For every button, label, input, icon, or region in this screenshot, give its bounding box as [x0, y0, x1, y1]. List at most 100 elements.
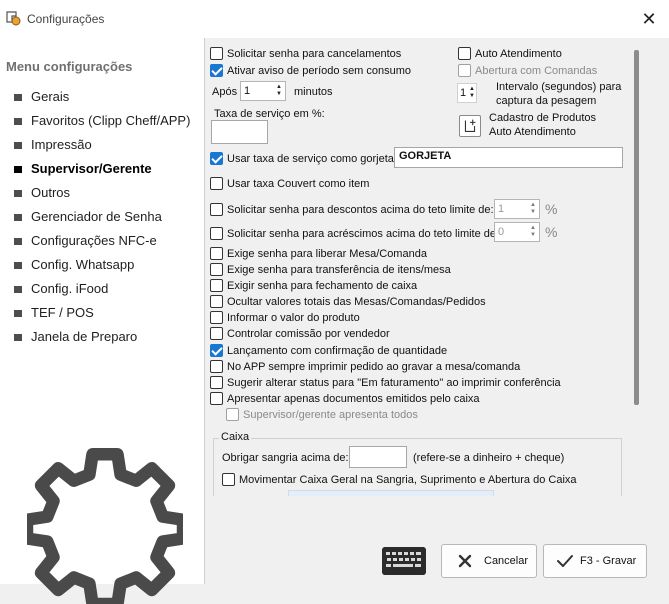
sidebar-item-gerais[interactable]: Gerais: [0, 85, 190, 109]
option-movimentar-caixa-geral[interactable]: Movimentar Caixa Geral na Sangria, Supri…: [222, 473, 577, 486]
cadastro-produtos-label-1: Cadastro de Produtos: [489, 112, 597, 124]
checkbox[interactable]: [210, 279, 223, 292]
checkbox[interactable]: [210, 344, 223, 357]
sidebar-item-tef-pos[interactable]: TEF / POS: [0, 301, 190, 325]
checkbox[interactable]: [210, 376, 223, 389]
sidebar-item-label: Janela de Preparo: [31, 329, 138, 344]
bullet-icon: [14, 190, 22, 197]
checkbox[interactable]: [210, 392, 223, 405]
sidebar-item-label: Supervisor/Gerente: [31, 161, 152, 176]
save-button[interactable]: F3 - Gravar: [543, 544, 647, 578]
option-senha-fechamento-caixa[interactable]: Exigir senha para fechamento de caixa: [210, 279, 417, 292]
cancel-button[interactable]: Cancelar: [441, 544, 537, 578]
option-auto-atendimento[interactable]: Auto Atendimento: [458, 47, 562, 60]
descontos-stepper[interactable]: 1 ▲ ▼: [494, 199, 540, 219]
option-documentos-caixa[interactable]: Apresentar apenas documentos emitidos pe…: [210, 392, 480, 405]
option-label: Sugerir alterar status para "Em faturame…: [227, 376, 561, 389]
checkbox[interactable]: [210, 247, 223, 260]
close-button[interactable]: ✕: [636, 6, 662, 32]
checkbox[interactable]: [226, 408, 239, 421]
window-title: Configurações: [27, 12, 105, 26]
checkbox[interactable]: [210, 311, 223, 324]
spin-arrows-icon[interactable]: ▲ ▼: [527, 200, 539, 218]
caixa-group: [213, 438, 622, 496]
sidebar-item-favoritos[interactable]: Favoritos (Clipp Cheff/APP): [0, 109, 190, 133]
descontos-percent: %: [545, 201, 558, 217]
sidebar-item-label: Config. iFood: [31, 281, 109, 296]
spin-arrows-icon[interactable]: ▲ ▼: [273, 82, 285, 100]
scrollbar[interactable]: [634, 50, 639, 405]
option-senha-liberar-mesa[interactable]: Exige senha para liberar Mesa/Comanda: [210, 247, 427, 260]
keyboard-icon[interactable]: [382, 547, 426, 575]
option-label: Supervisor/gerente apresenta todos: [243, 408, 418, 421]
checkbox[interactable]: [458, 64, 471, 77]
option-usar-taxa-gorjeta[interactable]: Usar taxa de serviço como gorjeta: [210, 152, 394, 165]
sangria-input[interactable]: [349, 446, 407, 468]
sidebar-item-impressao[interactable]: Impressão: [0, 133, 190, 157]
sidebar-item-outros[interactable]: Outros: [0, 181, 190, 205]
descontos-value: 1: [498, 203, 505, 215]
title-bar: Configurações ✕: [0, 0, 669, 38]
bullet-icon: [14, 286, 22, 293]
taxa-servico-label: Taxa de serviço em %:: [214, 108, 325, 120]
apos-label: Após: [212, 86, 238, 98]
add-box-icon: [464, 119, 476, 132]
option-sugerir-status[interactable]: Sugerir alterar status para "Em faturame…: [210, 376, 561, 389]
option-label: Exige senha para transferência de itens/…: [227, 263, 451, 276]
option-label: Solicitar senha para cancelamentos: [227, 47, 402, 60]
bullet-icon: [14, 238, 22, 245]
cadastro-produtos-button[interactable]: [459, 115, 481, 137]
option-confirmacao-quantidade[interactable]: Lançamento com confirmação de quantidade: [210, 344, 447, 357]
sidebar-item-gerenciador-senha[interactable]: Gerenciador de Senha: [0, 205, 190, 229]
bottom-bar: Cancelar F3 - Gravar: [206, 496, 669, 584]
sidebar-item-supervisor-gerente[interactable]: Supervisor/Gerente: [0, 157, 190, 181]
checkbox[interactable]: [210, 177, 223, 190]
checkbox[interactable]: [210, 47, 223, 60]
checkbox[interactable]: [210, 327, 223, 340]
option-label: Controlar comissão por vendedor: [227, 327, 390, 340]
sidebar-item-ifood[interactable]: Config. iFood: [0, 277, 190, 301]
option-ocultar-valores[interactable]: Ocultar valores totais das Mesas/Comanda…: [210, 295, 486, 308]
sidebar-item-label: Gerais: [31, 89, 70, 104]
option-solicitar-senha-cancelamentos[interactable]: Solicitar senha para cancelamentos: [210, 47, 401, 60]
cadastro-produtos-label-2: Auto Atendimento: [489, 126, 576, 138]
gorjeta-input[interactable]: GORJETA: [394, 147, 623, 168]
sidebar-item-label: TEF / POS: [31, 305, 94, 320]
intervalo-stepper[interactable]: 1 ▲ ▼: [457, 83, 477, 103]
option-senha-transferencia[interactable]: Exige senha para transferência de itens/…: [210, 263, 451, 276]
checkbox[interactable]: [210, 360, 223, 373]
checkbox[interactable]: [222, 473, 235, 486]
sidebar-item-janela-preparo[interactable]: Janela de Preparo: [0, 325, 190, 349]
sidebar-item-whatsapp[interactable]: Config. Whatsapp: [0, 253, 190, 277]
apos-stepper[interactable]: 1 ▲ ▼: [240, 81, 286, 101]
checkbox[interactable]: [210, 295, 223, 308]
option-senha-acrescimos[interactable]: Solicitar senha para acréscimos acima do…: [210, 227, 499, 240]
checkbox[interactable]: [210, 64, 223, 77]
option-supervisor-todos[interactable]: Supervisor/gerente apresenta todos: [226, 408, 418, 421]
menu-list: Gerais Favoritos (Clipp Cheff/APP) Impre…: [0, 85, 190, 349]
option-label: Auto Atendimento: [475, 47, 562, 60]
option-label: Usar taxa de serviço como gorjeta: [227, 152, 394, 165]
bullet-icon: [14, 262, 22, 269]
checkbox[interactable]: [458, 47, 471, 60]
option-abertura-comandas[interactable]: Abertura com Comandas: [458, 64, 597, 77]
spin-arrows-icon[interactable]: ▲ ▼: [527, 223, 539, 241]
option-senha-descontos[interactable]: Solicitar senha para descontos acima do …: [210, 203, 494, 216]
checkbox[interactable]: [210, 152, 223, 165]
checkbox[interactable]: [210, 203, 223, 216]
option-comissao-vendedor[interactable]: Controlar comissão por vendedor: [210, 327, 390, 340]
option-usar-taxa-couvert[interactable]: Usar taxa Couvert como item: [210, 177, 369, 190]
acrescimos-stepper[interactable]: 0 ▲ ▼: [494, 222, 540, 242]
app-logo-icon: [6, 11, 21, 26]
option-informar-valor[interactable]: Informar o valor do produto: [210, 311, 360, 324]
option-app-imprimir-pedido[interactable]: No APP sempre imprimir pedido ao gravar …: [210, 360, 520, 373]
close-icon: ✕: [641, 9, 657, 29]
option-label: Informar o valor do produto: [227, 311, 360, 324]
option-label: Apresentar apenas documentos emitidos pe…: [227, 392, 480, 405]
checkbox[interactable]: [210, 263, 223, 276]
sidebar-item-nfce[interactable]: Configurações NFC-e: [0, 229, 190, 253]
taxa-servico-input[interactable]: [211, 120, 268, 144]
option-ativar-aviso-sem-consumo[interactable]: Ativar aviso de período sem consumo: [210, 64, 411, 77]
spin-arrows-icon[interactable]: ▲ ▼: [468, 84, 476, 102]
checkbox[interactable]: [210, 227, 223, 240]
